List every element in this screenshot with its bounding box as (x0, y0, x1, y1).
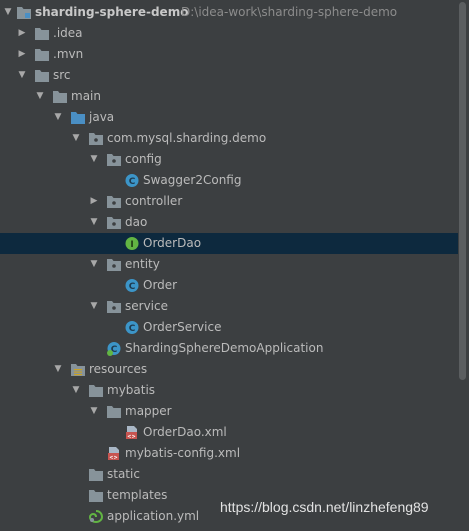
class-label: OrderService (143, 320, 222, 334)
tree-row-idea[interactable]: ▶ .idea (0, 23, 458, 44)
watermark: https://blog.csdn.net/linzhefeng89 (220, 499, 429, 515)
package-label: config (125, 152, 162, 166)
source-folder-icon (70, 110, 86, 125)
tree-row-mvn[interactable]: ▶ .mvn (0, 44, 458, 65)
spring-boot-class-icon: C (106, 341, 122, 356)
expand-arrow-icon[interactable]: ▼ (70, 128, 82, 149)
package-icon (106, 257, 122, 272)
package-label: service (125, 299, 168, 313)
folder-icon (88, 383, 104, 398)
tree-row-mapper[interactable]: ▼ mapper (0, 401, 458, 422)
tree-row-order-dao[interactable]: I OrderDao (0, 233, 458, 254)
folder-label: .idea (53, 26, 83, 40)
tree-row-project[interactable]: ▼ sharding-sphere-demo D:\idea-work\shar… (0, 2, 458, 23)
xml-file-icon: <> (106, 446, 122, 461)
file-label: OrderDao.xml (143, 425, 227, 439)
folder-label: java (89, 110, 115, 124)
class-icon: C (124, 173, 140, 188)
tree-row-service[interactable]: ▼ service (0, 296, 458, 317)
interface-icon: I (124, 236, 140, 251)
expand-arrow-icon[interactable]: ▼ (88, 149, 100, 170)
folder-label: .mvn (53, 47, 84, 61)
xml-file-icon: <> (124, 425, 140, 440)
folder-label: mybatis (107, 383, 156, 397)
expand-arrow-icon[interactable]: ▼ (88, 401, 100, 422)
tree-row-resources[interactable]: ▼ resources (0, 359, 458, 380)
class-label: ShardingSphereDemoApplication (125, 341, 324, 355)
collapse-arrow-icon[interactable]: ▶ (16, 44, 28, 65)
folder-label: src (53, 68, 71, 82)
tree-row-static[interactable]: static (0, 464, 458, 485)
svg-text:C: C (129, 177, 136, 187)
expand-arrow-icon[interactable]: ▼ (52, 359, 64, 380)
module-folder-icon (16, 5, 32, 20)
package-label: entity (125, 257, 160, 271)
vertical-scrollbar[interactable] (459, 2, 466, 380)
collapse-arrow-icon[interactable]: ▶ (88, 191, 100, 212)
class-icon: C (124, 278, 140, 293)
folder-icon (88, 488, 104, 503)
folder-icon (34, 26, 50, 41)
project-tree: ▼ sharding-sphere-demo D:\idea-work\shar… (0, 0, 469, 527)
package-icon (106, 215, 122, 230)
class-label: Swagger2Config (143, 173, 242, 187)
file-label: mybatis-config.xml (125, 446, 241, 460)
folder-label: mapper (125, 404, 172, 418)
expand-arrow-icon[interactable]: ▼ (88, 296, 100, 317)
interface-label: OrderDao (143, 236, 202, 250)
package-icon (88, 131, 104, 146)
folder-icon (88, 467, 104, 482)
tree-row-mybatis-config-xml[interactable]: <> mybatis-config.xml (0, 443, 458, 464)
project-path: D:\idea-work\sharding-sphere-demo (181, 5, 398, 19)
expand-arrow-icon[interactable]: ▼ (16, 65, 28, 86)
folder-label: templates (107, 488, 168, 502)
svg-text:C: C (129, 282, 136, 292)
folder-icon (34, 47, 50, 62)
tree-row-dao[interactable]: ▼ dao (0, 212, 458, 233)
expand-arrow-icon[interactable]: ▼ (2, 2, 14, 23)
tree-row-entity[interactable]: ▼ entity (0, 254, 458, 275)
package-icon (106, 194, 122, 209)
svg-text:I: I (130, 240, 133, 250)
expand-arrow-icon[interactable]: ▼ (70, 380, 82, 401)
svg-text:<>: <> (127, 434, 135, 440)
tree-row-order-dao-xml[interactable]: <> OrderDao.xml (0, 422, 458, 443)
svg-text:<>: <> (109, 455, 117, 461)
folder-label: resources (89, 362, 148, 376)
tree-row-main[interactable]: ▼ main (0, 86, 458, 107)
file-label: application.yml (107, 509, 200, 523)
tree-row-controller[interactable]: ▶ controller (0, 191, 458, 212)
tree-row-order-service[interactable]: C OrderService (0, 317, 458, 338)
tree-row-java[interactable]: ▼ java (0, 107, 458, 128)
expand-arrow-icon[interactable]: ▼ (88, 212, 100, 233)
svg-text:C: C (129, 324, 136, 334)
tree-row-order[interactable]: C Order (0, 275, 458, 296)
tree-row-mybatis[interactable]: ▼ mybatis (0, 380, 458, 401)
package-icon (106, 152, 122, 167)
expand-arrow-icon[interactable]: ▼ (88, 254, 100, 275)
tree-row-application[interactable]: C ShardingSphereDemoApplication (0, 338, 458, 359)
class-icon: C (124, 320, 140, 335)
folder-label: static (107, 467, 140, 481)
tree-row-config[interactable]: ▼ config (0, 149, 458, 170)
tree-row-package[interactable]: ▼ com.mysql.sharding.demo (0, 128, 458, 149)
collapse-arrow-icon[interactable]: ▶ (16, 23, 28, 44)
folder-icon (106, 404, 122, 419)
package-label: com.mysql.sharding.demo (107, 131, 267, 145)
expand-arrow-icon[interactable]: ▼ (52, 107, 64, 128)
package-label: dao (125, 215, 148, 229)
tree-row-swagger-config[interactable]: C Swagger2Config (0, 170, 458, 191)
folder-label: main (71, 89, 101, 103)
project-name: sharding-sphere-demo (35, 5, 189, 19)
package-icon (106, 299, 122, 314)
package-label: controller (125, 194, 183, 208)
expand-arrow-icon[interactable]: ▼ (34, 86, 46, 107)
class-label: Order (143, 278, 178, 292)
folder-icon (34, 68, 50, 83)
resources-folder-icon (70, 362, 86, 377)
tree-row-src[interactable]: ▼ src (0, 65, 458, 86)
folder-icon (52, 89, 68, 104)
spring-yml-icon (88, 509, 104, 524)
